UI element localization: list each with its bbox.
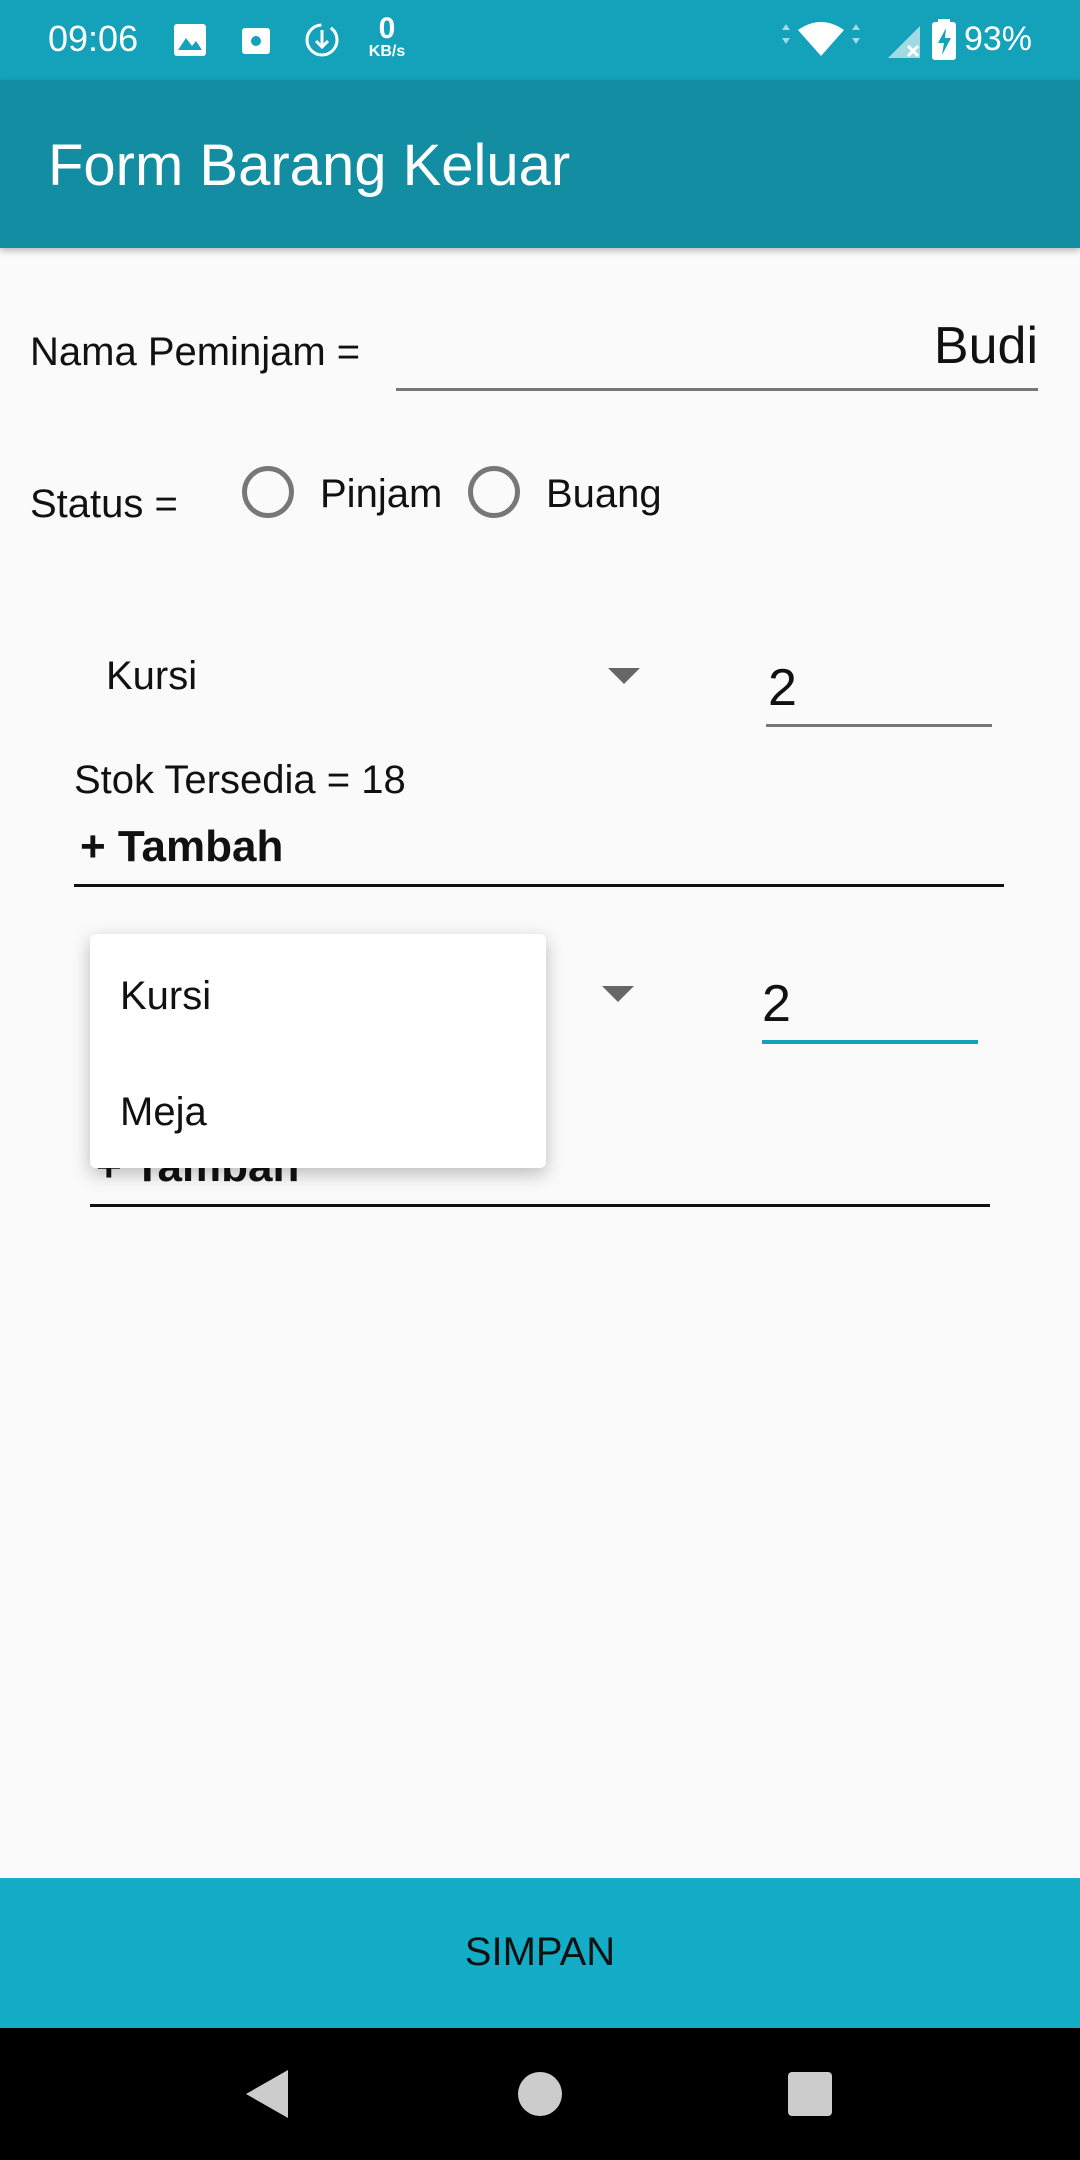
chevron-down-icon [608,668,640,684]
dropdown-option-kursi[interactable]: Kursi [120,974,211,1019]
battery-charging-icon [932,19,956,60]
quantity-input-1[interactable]: 2 [766,650,992,727]
stock-text: Stok Tersedia = 18 [74,758,406,802]
network-rate: 0 KB/s [368,12,406,60]
item-dropdown-menu: Kursi Meja [90,934,546,1168]
save-button[interactable]: SIMPAN [0,1878,1080,2028]
divider-1 [74,884,1004,887]
item-spinner-1[interactable]: Kursi [90,640,650,712]
download-clock-icon [305,23,339,57]
wifi-icon [782,22,860,56]
recent-apps-icon[interactable] [788,2072,832,2116]
radio-label-buang: Buang [546,472,662,516]
radio-pinjam[interactable]: Pinjam [240,462,460,526]
battery-percentage: 93% [963,20,1032,58]
quantity-value-1: 2 [768,659,797,717]
chevron-down-icon-2 [602,986,634,1002]
dropdown-option-meja[interactable]: Meja [120,1090,207,1135]
borrower-input[interactable]: Budi [396,316,1038,391]
save-button-label: SIMPAN [464,1930,616,1974]
image-icon [174,24,206,56]
home-icon[interactable] [518,2072,562,2116]
radio-circle-pinjam[interactable] [242,466,294,518]
divider-2 [90,1204,990,1207]
status-label: Status = [30,482,178,526]
radio-circle-buang[interactable] [468,466,520,518]
status-bar: 09:06 0 KB/s 93% [0,0,1080,80]
quantity-input-2[interactable]: 2 [762,966,978,1044]
app-bar: Form Barang Keluar [0,80,1080,248]
signal-icon [888,26,920,58]
page-title: Form Barang Keluar [48,133,571,198]
navigation-bar [0,2028,1080,2160]
add-item-button-1[interactable]: + Tambah [80,822,283,872]
quantity-value-2: 2 [762,975,791,1033]
radio-buang[interactable]: Buang [466,462,686,526]
item-spinner-1-value: Kursi [106,654,198,698]
back-icon[interactable] [246,2070,288,2118]
puzzle-icon [242,28,270,54]
status-time: 09:06 [48,18,139,59]
borrower-value: Budi [933,317,1038,375]
borrower-label: Nama Peminjam = [30,330,361,374]
radio-label-pinjam: Pinjam [320,472,443,516]
